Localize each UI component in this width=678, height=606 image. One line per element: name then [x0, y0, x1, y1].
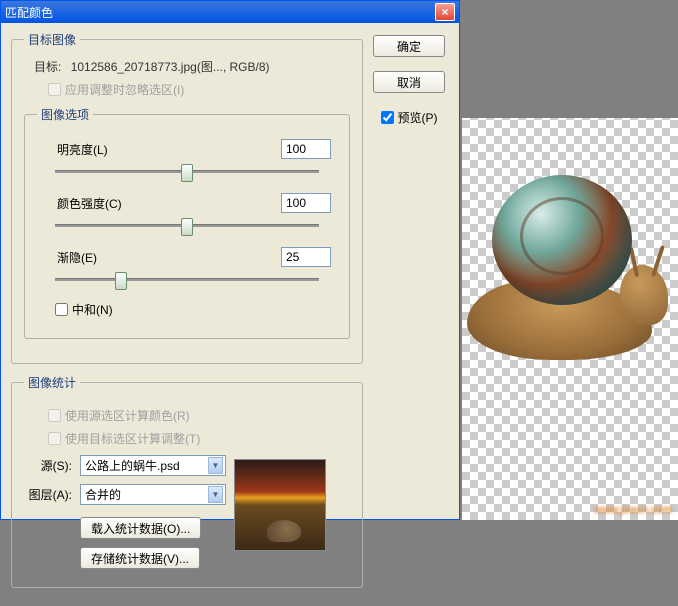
target-image-group: 目标图像 目标: 1012586_20718773.jpg(图..., RGB/…	[11, 31, 363, 364]
source-row: 源(S): 公路上的蜗牛.psd ▼	[24, 455, 254, 476]
slider-thumb[interactable]	[181, 218, 193, 236]
snail-image	[462, 175, 662, 395]
titlebar[interactable]: 匹配颜色 ×	[1, 1, 459, 23]
luminance-label: 明亮度(L)	[57, 141, 108, 158]
luminance-row: 明亮度(L)	[37, 139, 337, 179]
cancel-button[interactable]: 取消	[373, 71, 445, 93]
source-label: 源(S):	[24, 457, 80, 474]
group-legend: 图像选项	[37, 106, 93, 123]
preview-label: 预览(P)	[398, 109, 438, 126]
target-line: 目标: 1012586_20718773.jpg(图..., RGB/8)	[24, 58, 350, 75]
match-color-dialog: 匹配颜色 × 目标图像 目标: 1012586_20718773.jpg(图..…	[0, 0, 460, 520]
use-src-sel-label: 使用源选区计算颜色(R)	[65, 407, 190, 424]
slider-thumb[interactable]	[181, 164, 193, 182]
use-src-sel-checkbox	[48, 409, 61, 422]
apply-ignore-checkbox	[48, 83, 61, 96]
image-stats-group: 图像统计 使用源选区计算颜色(R) 使用目标选区计算调整(T) 源(S): 公	[11, 374, 363, 588]
group-legend: 目标图像	[24, 31, 80, 48]
preview-checkbox[interactable]	[381, 111, 394, 124]
preview-row[interactable]: 预览(P)	[381, 109, 438, 126]
dialog-buttons: 确定 取消 预览(P)	[371, 31, 447, 126]
intensity-slider[interactable]	[55, 217, 319, 233]
dialog-title: 匹配颜色	[5, 4, 435, 21]
close-icon: ×	[441, 5, 448, 19]
layer-combo[interactable]: 合并的 ▼	[80, 484, 226, 505]
neutralize-row: 中和(N)	[37, 301, 337, 318]
apply-ignore-label: 应用调整时忽略选区(I)	[65, 81, 184, 98]
intensity-input[interactable]	[281, 193, 331, 213]
slider-thumb[interactable]	[115, 272, 127, 290]
intensity-label: 颜色强度(C)	[57, 195, 122, 212]
neutralize-label: 中和(N)	[72, 301, 113, 318]
fade-input[interactable]	[281, 247, 331, 267]
watermark: www.jcwcn.com	[594, 504, 672, 516]
close-button[interactable]: ×	[435, 3, 455, 21]
layer-row: 图层(A): 合并的 ▼	[24, 484, 254, 505]
load-stats-button[interactable]: 载入统计数据(O)...	[80, 517, 201, 539]
fade-row: 渐隐(E)	[37, 247, 337, 287]
apply-ignore-row: 应用调整时忽略选区(I)	[24, 81, 350, 98]
fade-label: 渐隐(E)	[57, 249, 97, 266]
source-thumbnail	[234, 459, 326, 551]
group-legend: 图像统计	[24, 374, 80, 391]
layer-value: 合并的	[85, 486, 121, 503]
source-combo[interactable]: 公路上的蜗牛.psd ▼	[80, 455, 226, 476]
luminance-input[interactable]	[281, 139, 331, 159]
chevron-down-icon: ▼	[208, 486, 223, 503]
fade-slider[interactable]	[55, 271, 319, 287]
chevron-down-icon: ▼	[208, 457, 223, 474]
canvas-area: www.jcwcn.com	[462, 0, 678, 520]
snail-icon	[267, 520, 301, 542]
intensity-row: 颜色强度(C)	[37, 193, 337, 233]
use-tgt-sel-label: 使用目标选区计算调整(T)	[65, 430, 200, 447]
image-options-group: 图像选项 明亮度(L) 颜色强度(C)	[24, 106, 350, 339]
layer-label: 图层(A):	[24, 486, 80, 503]
source-value: 公路上的蜗牛.psd	[85, 457, 180, 474]
ok-button[interactable]: 确定	[373, 35, 445, 57]
use-src-sel-row: 使用源选区计算颜色(R)	[24, 407, 254, 424]
neutralize-checkbox[interactable]	[55, 303, 68, 316]
luminance-slider[interactable]	[55, 163, 319, 179]
use-tgt-sel-checkbox	[48, 432, 61, 445]
save-stats-button[interactable]: 存储统计数据(V)...	[80, 547, 200, 569]
use-tgt-sel-row: 使用目标选区计算调整(T)	[24, 430, 254, 447]
